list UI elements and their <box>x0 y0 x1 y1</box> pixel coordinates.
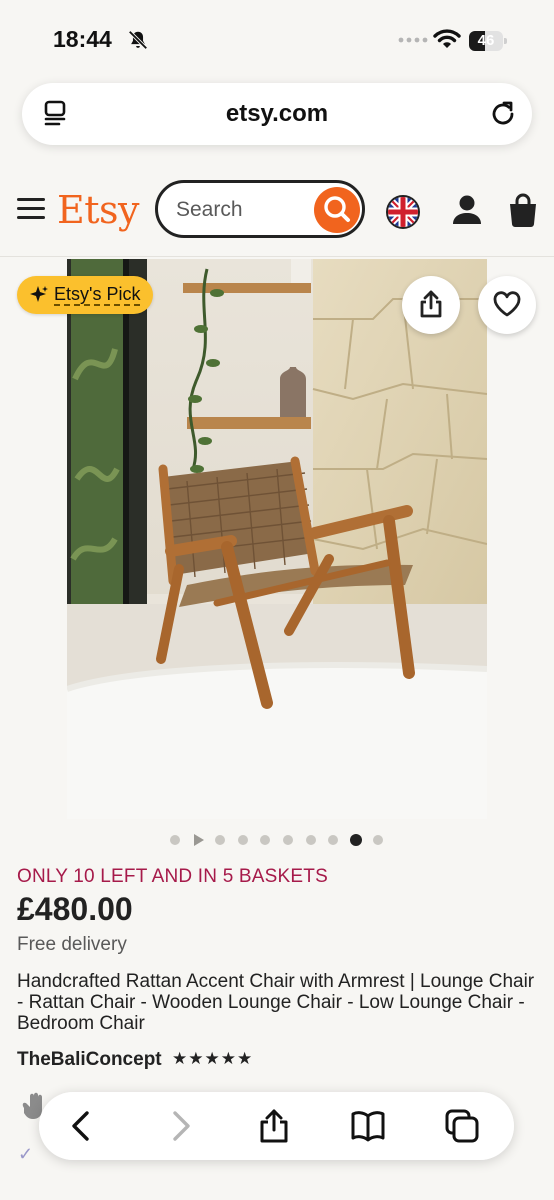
pager-dot[interactable] <box>215 835 226 845</box>
stock-notice: ONLY 10 LEFT AND IN 5 BASKETS <box>17 866 328 887</box>
search-icon <box>324 196 350 222</box>
status-bar: 18:44 46 <box>0 0 554 80</box>
listing-gallery[interactable]: Etsy's Pick <box>0 256 554 822</box>
search-button[interactable] <box>314 187 360 233</box>
favorite-button[interactable] <box>478 276 536 334</box>
heart-icon <box>493 291 521 317</box>
price: £480.00 <box>17 891 133 927</box>
etsy-logo[interactable]: Etsy <box>57 188 139 232</box>
url-domain[interactable]: etsy.com <box>22 100 532 128</box>
pager-dot[interactable] <box>328 835 339 845</box>
product-image[interactable] <box>67 259 487 819</box>
pager-dot[interactable] <box>283 835 293 845</box>
pager-dot[interactable] <box>170 835 180 845</box>
pager-dot[interactable] <box>373 835 384 845</box>
wifi-icon <box>433 29 461 48</box>
bag-icon[interactable] <box>506 192 540 228</box>
site-header: Etsy Search <box>0 168 554 257</box>
battery-indicator: 46 <box>469 31 509 51</box>
reload-icon[interactable] <box>488 99 518 129</box>
check-icon: ✓ <box>18 1144 34 1164</box>
battery-level: 46 <box>477 32 495 49</box>
user-icon[interactable] <box>450 193 484 227</box>
play-icon[interactable] <box>192 834 204 846</box>
search-input[interactable]: Search <box>155 180 365 238</box>
pager-dot[interactable] <box>305 835 316 845</box>
listing-title: Handcrafted Rattan Accent Chair with Arm… <box>17 971 535 1034</box>
url-bar[interactable]: etsy.com <box>22 83 532 145</box>
etsys-pick-label: Etsy's Pick <box>54 284 141 306</box>
status-time: 18:44 <box>53 26 112 52</box>
bell-slash-icon <box>128 30 148 50</box>
pager-dot[interactable] <box>237 835 248 845</box>
book-icon[interactable] <box>350 1108 386 1144</box>
pager-dot[interactable] <box>260 835 271 845</box>
forward-icon[interactable] <box>162 1108 198 1144</box>
rating-stars[interactable]: ★★★★★ <box>172 1049 253 1069</box>
tabs-icon[interactable] <box>444 1108 480 1144</box>
share-icon <box>420 290 442 318</box>
etsys-pick-badge[interactable]: Etsy's Pick <box>17 276 154 314</box>
signal-dots-icon <box>398 37 428 43</box>
browser-toolbar <box>39 1092 514 1160</box>
hamburger-menu-icon[interactable] <box>17 198 45 220</box>
shop-name[interactable]: TheBaliConcept <box>17 1049 162 1071</box>
share-icon[interactable] <box>256 1108 292 1144</box>
gallery-pager[interactable] <box>0 832 554 848</box>
pager-dot-active[interactable] <box>349 834 362 846</box>
sparkle-icon <box>30 286 48 302</box>
back-icon[interactable] <box>64 1108 100 1144</box>
uk-flag-icon[interactable] <box>386 195 420 229</box>
delivery-info: Free delivery <box>17 934 127 955</box>
search-placeholder: Search <box>176 198 243 221</box>
share-button[interactable] <box>402 276 460 334</box>
